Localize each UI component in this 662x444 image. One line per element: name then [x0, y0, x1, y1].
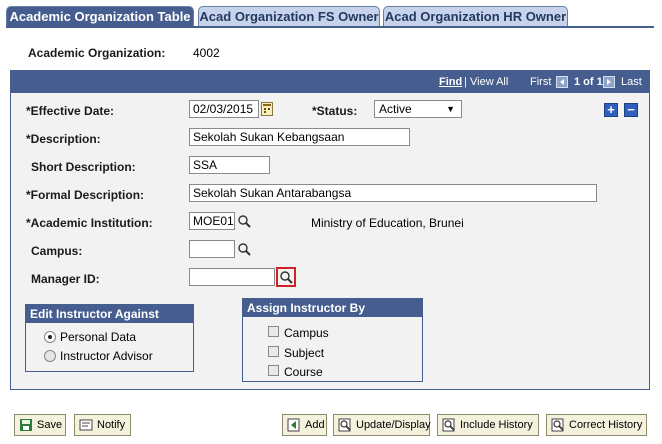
manager-id-field[interactable]	[189, 268, 275, 286]
include-history-button[interactable]: Include History	[437, 414, 539, 436]
institution-lookup-icon[interactable]	[237, 214, 251, 228]
course-checkbox[interactable]	[268, 365, 279, 376]
calendar-icon[interactable]	[261, 102, 273, 116]
update-display-label: Update/Display	[356, 419, 431, 431]
assign-instructor-title: Assign Instructor By	[243, 299, 422, 317]
add-button[interactable]: Add	[282, 414, 327, 436]
personal-data-radio[interactable]	[44, 331, 56, 343]
tab-underline	[6, 26, 654, 28]
effective-date-field[interactable]: 02/03/2015	[189, 100, 259, 118]
subject-checkbox-label: Subject	[284, 346, 325, 360]
tab-acad-organization-fs-owner[interactable]: Acad Organization FS Owner	[198, 6, 380, 26]
tab-acad-organization-hr-owner[interactable]: Acad Organization HR Owner	[383, 6, 568, 26]
next-arrow-icon[interactable]	[603, 76, 615, 88]
update-display-icon	[338, 418, 351, 432]
last-link[interactable]: Last	[621, 76, 642, 88]
instructor-advisor-radio[interactable]	[44, 350, 56, 362]
status-label: *Status:	[312, 104, 358, 118]
manager-lookup-icon[interactable]	[279, 270, 293, 284]
short-description-label: Short Description:	[31, 160, 136, 174]
manager-id-label: Manager ID:	[31, 272, 100, 286]
row-count: 1 of 1	[574, 76, 603, 88]
add-label: Add	[305, 419, 325, 431]
campus-lookup-icon[interactable]	[237, 242, 251, 256]
add-icon	[287, 418, 300, 432]
description-label: *Description:	[26, 132, 101, 146]
delete-row-button[interactable]: −	[624, 103, 638, 117]
save-button[interactable]: Save	[14, 414, 66, 436]
save-icon	[20, 419, 32, 431]
view-all-link[interactable]: View All	[470, 76, 508, 88]
academic-institution-label: *Academic Institution:	[26, 216, 153, 230]
save-label: Save	[37, 419, 63, 431]
instructor-advisor-label: Instructor Advisor	[60, 349, 153, 363]
tab-academic-organization-table[interactable]: Academic Organization Table	[6, 6, 194, 27]
academic-institution-field[interactable]: MOE01	[189, 212, 235, 230]
campus-label: Campus:	[31, 244, 83, 258]
first-link[interactable]: First	[530, 76, 551, 88]
description-field[interactable]: Sekolah Sukan Kebangsaan	[189, 128, 410, 146]
correct-history-icon	[551, 418, 564, 432]
campus-checkbox[interactable]	[268, 326, 279, 337]
find-link[interactable]: Find	[439, 76, 462, 88]
formal-description-label: *Formal Description:	[26, 188, 145, 202]
formal-description-field[interactable]: Sekolah Sukan Antarabangsa	[189, 184, 597, 202]
include-history-label: Include History	[460, 419, 533, 431]
include-history-icon	[442, 418, 455, 432]
assign-instructor-by-box: Assign Instructor By Campus Subject Cour…	[242, 298, 423, 382]
notify-label: Notify	[97, 419, 126, 431]
acad-org-value: 4002	[193, 46, 220, 60]
correct-history-label: Correct History	[569, 419, 643, 431]
nav-separator: |	[464, 76, 467, 88]
effective-date-label: *Effective Date:	[26, 104, 115, 118]
update-display-button[interactable]: Update/Display	[333, 414, 431, 436]
group-header-bar	[11, 71, 649, 93]
course-checkbox-label: Course	[284, 365, 323, 379]
institution-description: Ministry of Education, Brunei	[311, 216, 464, 230]
chevron-down-icon: ▼	[446, 104, 455, 114]
subject-checkbox[interactable]	[268, 346, 279, 357]
notify-button[interactable]: Notify	[74, 414, 131, 436]
status-select[interactable]: Active ▼	[374, 100, 462, 118]
acad-org-label: Academic Organization:	[28, 46, 166, 60]
add-row-button[interactable]: +	[604, 103, 618, 117]
edit-instructor-title: Edit Instructor Against	[26, 305, 193, 323]
campus-checkbox-label: Campus	[284, 326, 329, 340]
edit-instructor-against-box: Edit Instructor Against Personal Data In…	[25, 304, 194, 372]
personal-data-label: Personal Data	[60, 330, 137, 344]
campus-field[interactable]	[189, 240, 235, 258]
prev-arrow-icon[interactable]	[556, 76, 568, 88]
notify-icon	[79, 419, 93, 431]
correct-history-button[interactable]: Correct History	[546, 414, 647, 436]
status-value: Active	[379, 102, 412, 116]
short-description-field[interactable]: SSA	[189, 156, 270, 174]
